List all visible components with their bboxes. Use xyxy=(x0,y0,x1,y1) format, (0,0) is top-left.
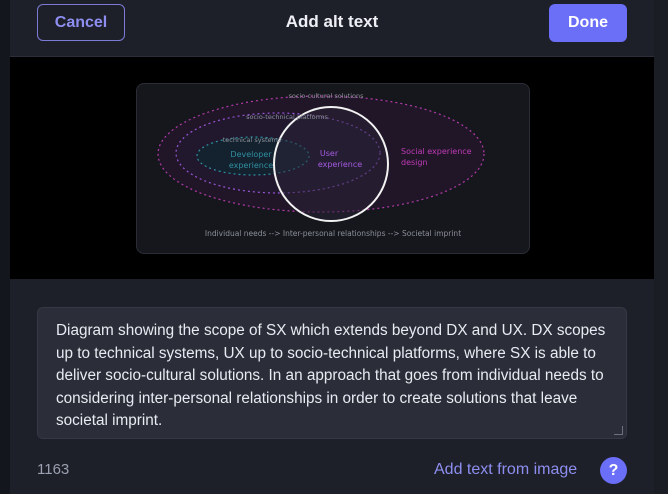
outer-label: socio-cultural solutions xyxy=(288,92,364,100)
alt-text-value: Diagram showing the scope of SX which ex… xyxy=(56,322,606,429)
help-button[interactable]: ? xyxy=(600,457,627,484)
scope-diagram: socio-cultural solutions socio-technical… xyxy=(157,92,485,238)
social-experience-label-1: Social experience xyxy=(401,147,472,156)
image-preview: socio-cultural solutions socio-technical… xyxy=(136,83,530,254)
dialog-header: Cancel Add alt text Done xyxy=(10,0,654,57)
character-count: 1163 xyxy=(37,461,70,478)
add-text-from-image-button[interactable]: Add text from image xyxy=(434,461,577,479)
image-preview-area: socio-cultural solutions socio-technical… xyxy=(10,57,654,279)
alt-text-dialog: Cancel Add alt text Done socio-cultural … xyxy=(10,0,654,494)
bottom-caption: Individual needs --> Inter-personal rela… xyxy=(205,229,461,238)
social-experience-label-2: design xyxy=(401,158,428,167)
done-button[interactable]: Done xyxy=(549,4,627,42)
alt-text-input[interactable]: Diagram showing the scope of SX which ex… xyxy=(37,307,627,439)
inner-label: technical systems xyxy=(223,136,282,144)
user-experience-label-1: User xyxy=(320,149,339,158)
middle-label: socio-technical platforms xyxy=(246,113,328,121)
resize-handle[interactable] xyxy=(614,426,623,435)
developer-experience-label-1: Developer xyxy=(230,150,272,159)
user-experience-label-2: experience xyxy=(318,160,362,169)
developer-experience-label-2: experience xyxy=(229,161,273,170)
